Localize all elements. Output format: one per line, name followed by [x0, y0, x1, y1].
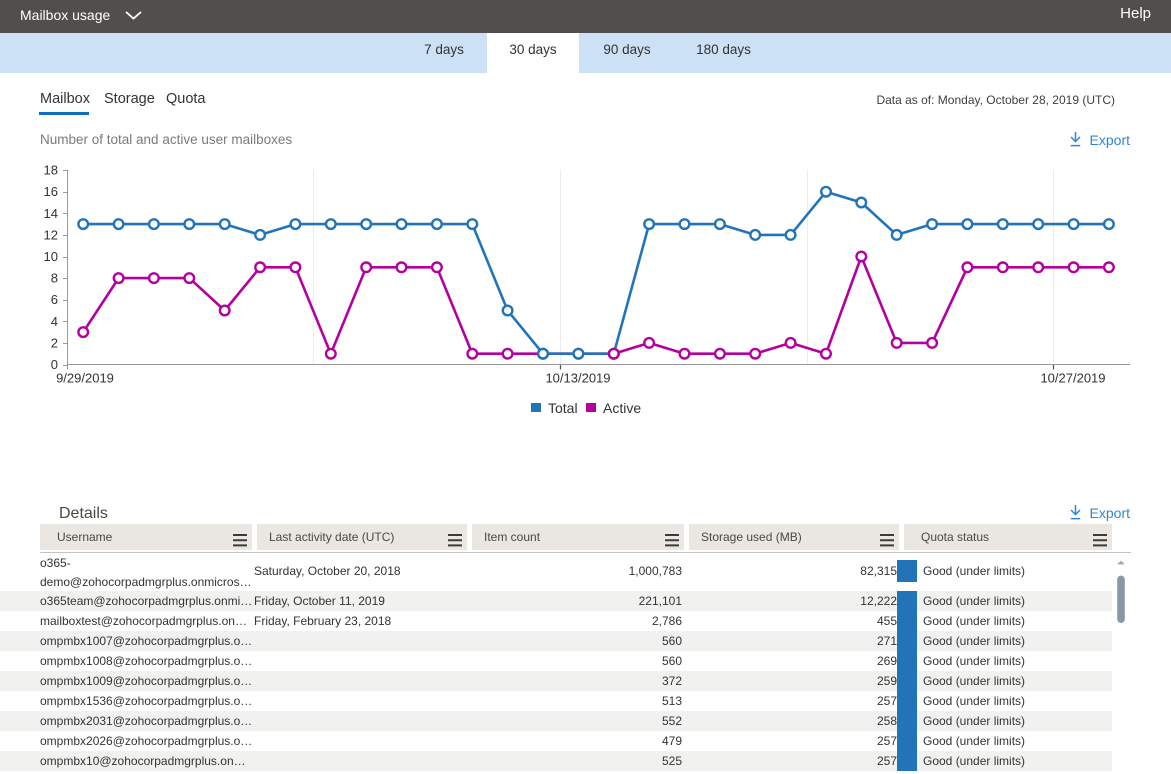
- svg-text:10/27/2019: 10/27/2019: [1040, 371, 1105, 386]
- svg-text:4: 4: [51, 314, 58, 329]
- svg-text:18: 18: [44, 163, 58, 178]
- svg-text:16: 16: [44, 184, 58, 199]
- svg-text:14: 14: [44, 206, 58, 221]
- svg-text:10: 10: [44, 249, 58, 264]
- svg-text:12: 12: [44, 227, 58, 242]
- svg-text:9/29/2019: 9/29/2019: [56, 371, 114, 386]
- svg-text:8: 8: [51, 271, 58, 286]
- svg-text:6: 6: [51, 292, 58, 307]
- svg-text:10/13/2019: 10/13/2019: [545, 371, 610, 386]
- svg-text:2: 2: [51, 335, 58, 350]
